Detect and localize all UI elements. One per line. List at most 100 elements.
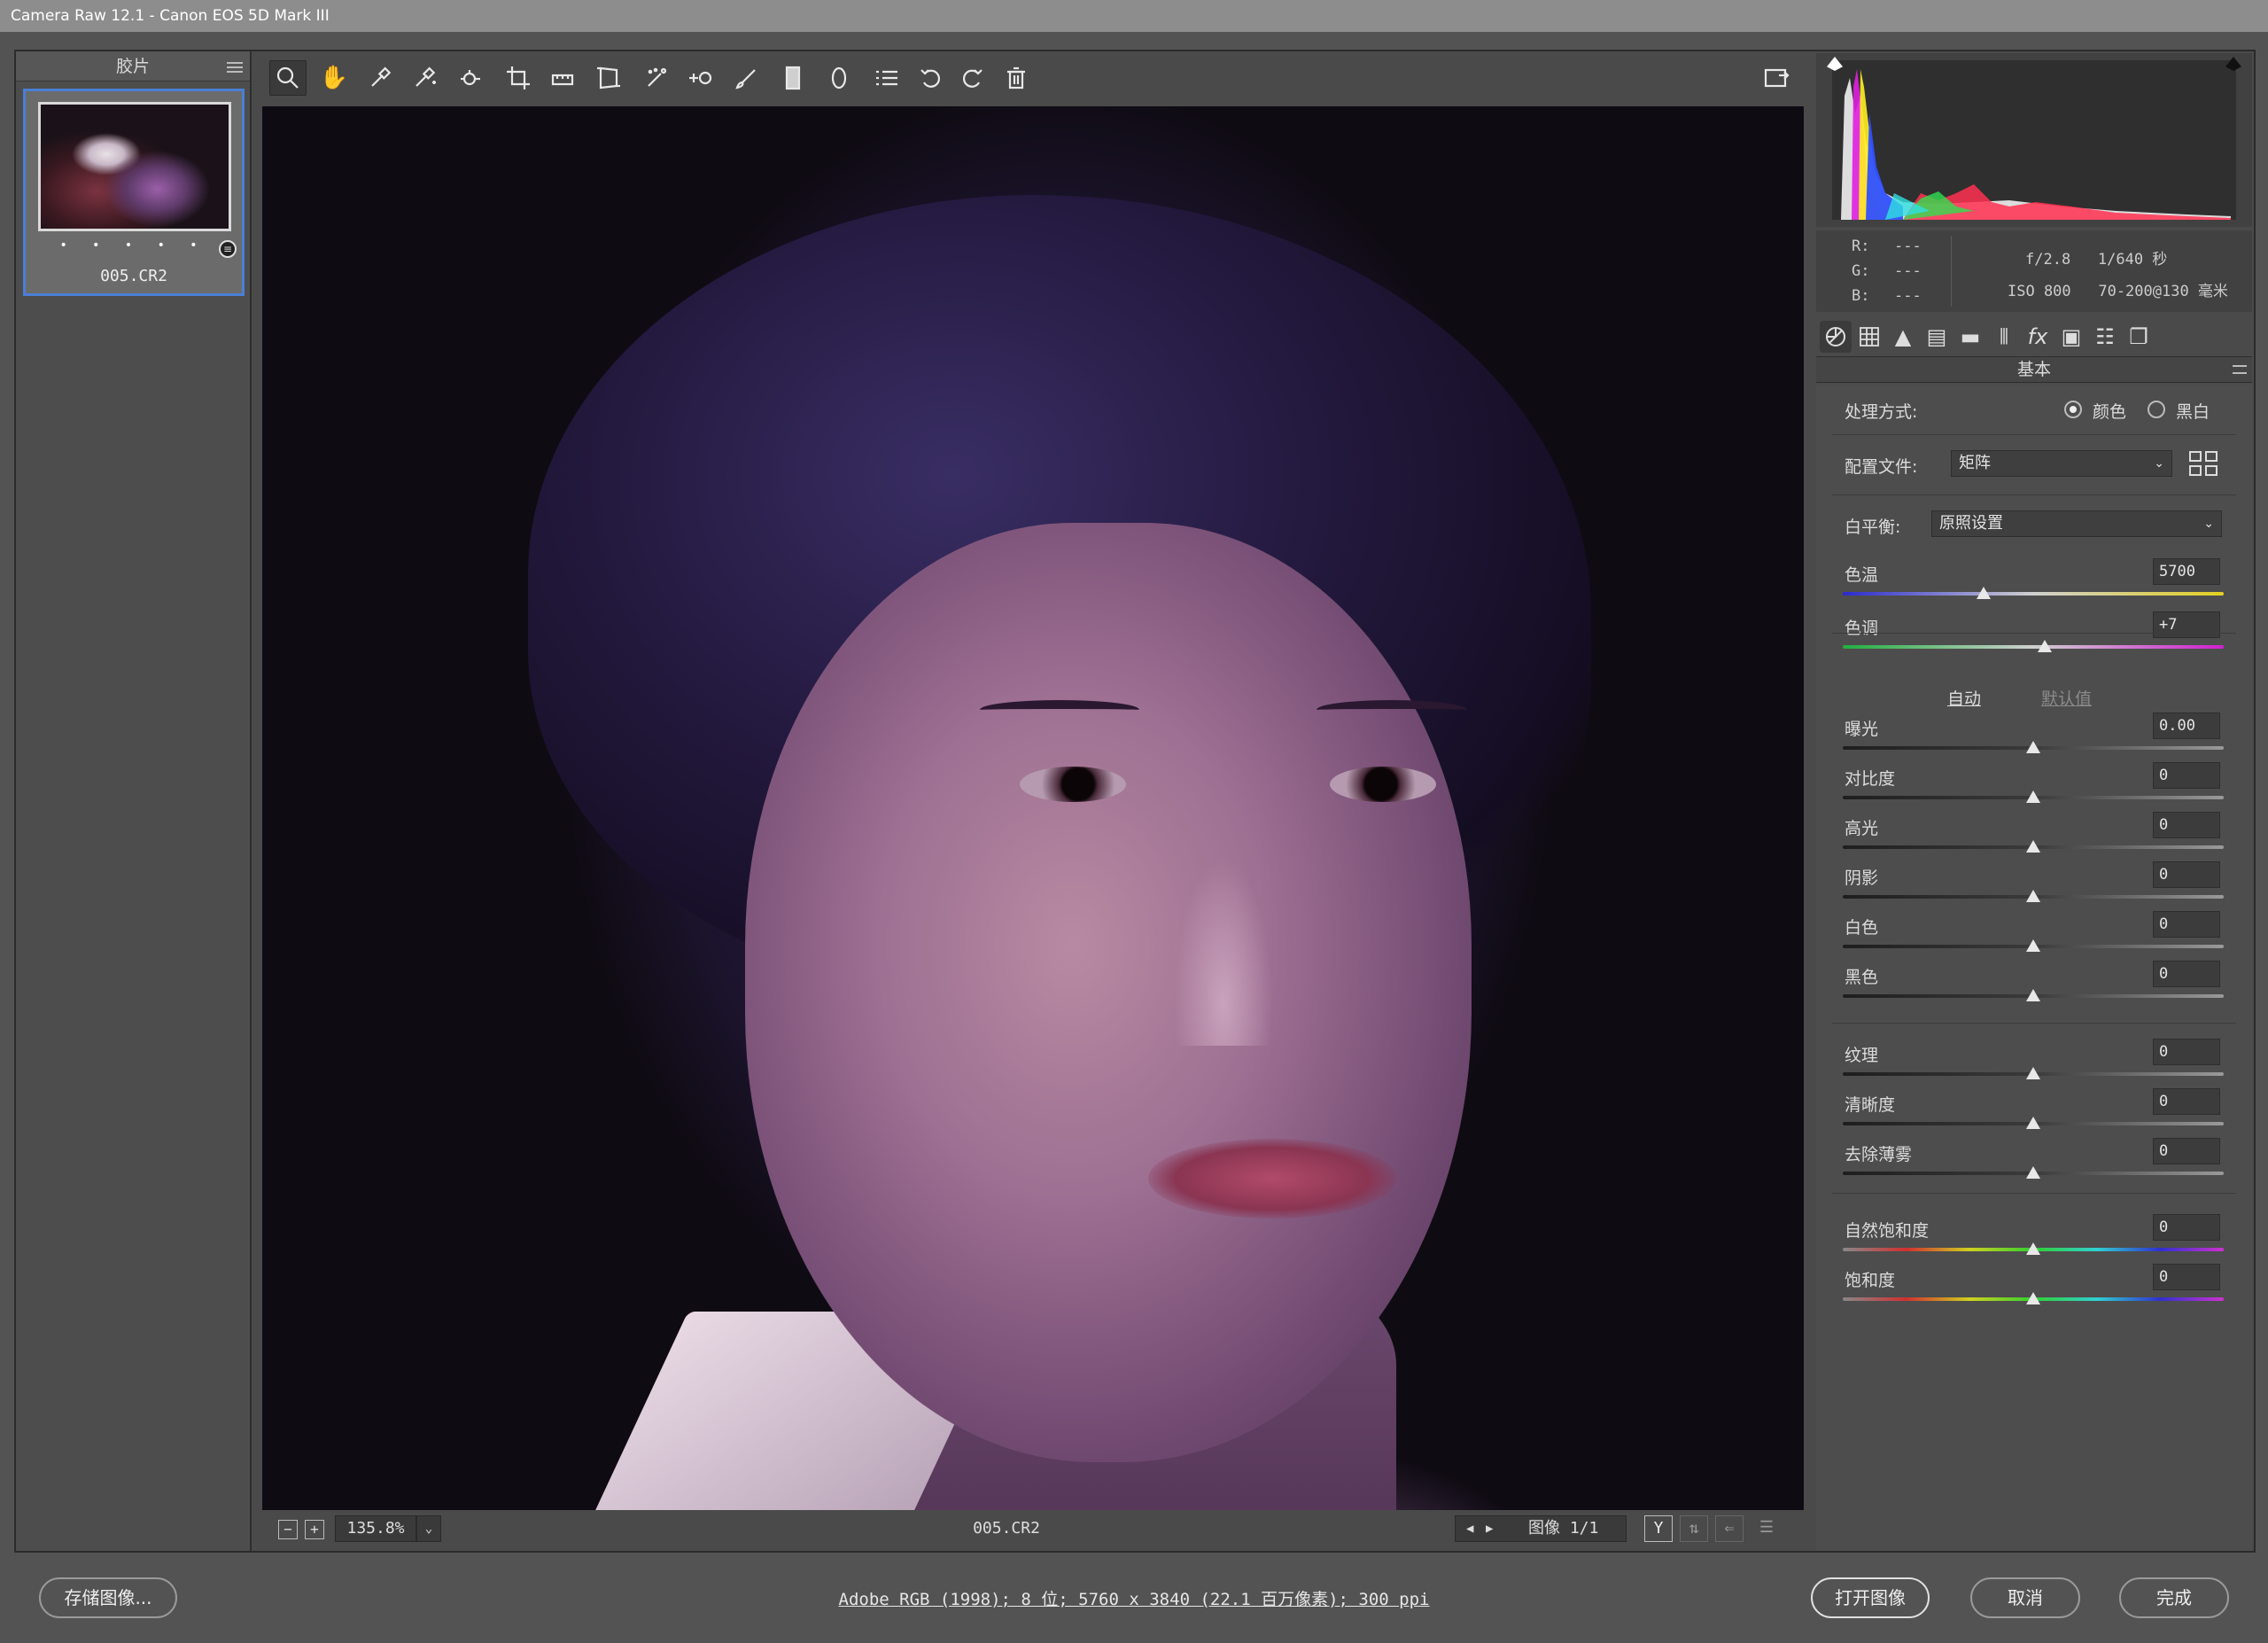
filmstrip-menu-icon[interactable]	[227, 62, 243, 73]
b-value: ---	[1894, 287, 1922, 305]
preview-preferences-icon[interactable]: ☰	[1752, 1515, 1781, 1542]
tab-snapshots-icon[interactable]: ❐	[2123, 321, 2155, 353]
slider-value-field[interactable]: 0	[2153, 1039, 2220, 1065]
default-link[interactable]: 默认值	[2041, 686, 2092, 710]
crop-icon[interactable]	[500, 60, 537, 96]
wb-select[interactable]: 原照设置 ⌄	[1931, 510, 2222, 537]
slider-thumb[interactable]	[2026, 741, 2040, 753]
photo-lips	[1148, 1139, 1396, 1219]
done-button[interactable]: 完成	[2119, 1577, 2229, 1618]
separator	[1832, 1023, 2236, 1024]
slider-value-field[interactable]: +7	[2153, 611, 2220, 638]
tab-detail-icon[interactable]: ▲	[1887, 321, 1919, 353]
tab-tone-curve-icon[interactable]	[1853, 321, 1885, 353]
before-after-icon[interactable]: Y	[1644, 1515, 1673, 1542]
wb-label: 白平衡:	[1845, 518, 1901, 537]
save-image-button[interactable]: 存储图像...	[39, 1577, 177, 1618]
slider-value-field[interactable]: 0	[2153, 861, 2220, 888]
slider-thumb[interactable]	[2037, 640, 2052, 652]
slider-thumb[interactable]	[2026, 1117, 2040, 1129]
slider-label: 色温	[1845, 565, 1879, 585]
slider-value-field[interactable]: 5700	[2153, 558, 2220, 585]
targeted-adjustment-icon[interactable]	[452, 60, 489, 96]
straighten-icon[interactable]	[544, 60, 581, 96]
slider-value-field[interactable]: 0.00	[2153, 712, 2220, 739]
slider-value-field[interactable]: 0	[2153, 1214, 2220, 1241]
window-title: Camera Raw 12.1 - Canon EOS 5D Mark III	[0, 0, 2268, 32]
slider-value-field[interactable]: 0	[2153, 762, 2220, 789]
tab-split-toning-icon[interactable]: ▬	[1954, 321, 1986, 353]
slider-thumb[interactable]	[2026, 1166, 2040, 1179]
slider-thumb[interactable]	[2026, 1242, 2040, 1255]
zoom-level[interactable]: 135.8%	[335, 1515, 416, 1542]
slider-value-field[interactable]: 0	[2153, 1088, 2220, 1115]
filmstrip-header: 胶片	[16, 51, 250, 82]
spot-removal-icon[interactable]	[638, 60, 675, 96]
image-preview[interactable]	[262, 106, 1804, 1510]
panel-menu-icon[interactable]	[2233, 365, 2247, 374]
zoom-dropdown-icon[interactable]: ⌄	[416, 1515, 441, 1542]
slider-thumb[interactable]	[2026, 989, 2040, 1001]
tab-lens-corrections-icon[interactable]: ⦀	[1988, 321, 2020, 353]
white-balance-icon[interactable]	[361, 60, 399, 96]
auto-link[interactable]: 自动	[1947, 686, 1981, 710]
graduated-filter-icon[interactable]	[774, 60, 812, 96]
slider-thumb[interactable]	[2026, 790, 2040, 803]
slider-thumb[interactable]	[2026, 939, 2040, 952]
treatment-bw-radio[interactable]	[2148, 401, 2165, 418]
slider-thumb[interactable]	[2026, 1067, 2040, 1079]
prev-image-icon[interactable]: ◀	[1466, 1516, 1473, 1541]
slider-thumb[interactable]	[2026, 890, 2040, 902]
photo-face	[745, 523, 1472, 1462]
tab-calibration-icon[interactable]: ▣	[2055, 321, 2087, 353]
slider-value-field[interactable]: 0	[2153, 812, 2220, 838]
slider-value-field[interactable]: 0	[2153, 1264, 2220, 1290]
zoom-out-button[interactable]: −	[278, 1520, 298, 1539]
g-label: G:	[1852, 262, 1870, 280]
rating-stars[interactable]: • • • • •	[26, 238, 242, 253]
slider-value-field[interactable]: 0	[2153, 1138, 2220, 1164]
tab-hsl-icon[interactable]: ▤	[1921, 321, 1953, 353]
slider-track[interactable]	[1843, 592, 2224, 596]
slider-thumb[interactable]	[2026, 1292, 2040, 1304]
color-sampler-icon[interactable]	[406, 60, 443, 96]
red-eye-icon[interactable]	[682, 60, 719, 96]
hand-icon[interactable]: ✋	[315, 60, 353, 96]
rotate-right-icon[interactable]	[953, 60, 990, 96]
slider-label: 清晰度	[1845, 1095, 1896, 1115]
tab-effects-icon[interactable]: fx	[2022, 321, 2054, 353]
slider-label: 纹理	[1845, 1046, 1879, 1065]
slider-thumb[interactable]	[2026, 840, 2040, 853]
presets-icon[interactable]	[868, 60, 905, 96]
fullscreen-icon[interactable]	[1758, 60, 1795, 96]
rotate-left-icon[interactable]	[913, 60, 950, 96]
radial-filter-icon[interactable]	[820, 60, 858, 96]
panel-tabs: ▲ ▤ ▬ ⦀ fx ▣ ☷ ❐	[1816, 315, 2252, 356]
profile-select[interactable]: 矩阵 ⌄	[1951, 450, 2172, 477]
slider-value-field[interactable]: 0	[2153, 961, 2220, 987]
thumbnail-filename: 005.CR2	[100, 267, 167, 285]
next-image-icon[interactable]: ▶	[1486, 1516, 1493, 1541]
adjusted-badge-icon: ≡	[219, 240, 237, 258]
swap-settings-icon[interactable]: ⇅	[1680, 1515, 1708, 1542]
transform-icon[interactable]	[590, 60, 627, 96]
filmstrip-thumbnail[interactable]: • • • • • ≡ 005.CR2	[23, 89, 245, 296]
zoom-icon[interactable]	[269, 60, 307, 96]
treatment-color-label: 颜色	[2093, 402, 2127, 422]
r-label: R:	[1852, 237, 1870, 255]
toolbar: ✋	[262, 53, 1804, 103]
tab-presets-icon[interactable]: ☷	[2089, 321, 2121, 353]
slider-thumb[interactable]	[1977, 587, 1992, 599]
workflow-options-link[interactable]: Adobe RGB (1998); 8 位; 5760 x 3840 (22.1…	[780, 1586, 1488, 1610]
cancel-button[interactable]: 取消	[1970, 1577, 2080, 1618]
slider-track[interactable]	[1843, 645, 2224, 649]
copy-settings-icon[interactable]: ⇐	[1715, 1515, 1744, 1542]
profile-browser-icon[interactable]	[2188, 450, 2220, 477]
slider-value-field[interactable]: 0	[2153, 911, 2220, 938]
zoom-in-button[interactable]: +	[305, 1520, 324, 1539]
open-image-button[interactable]: 打开图像	[1811, 1577, 1930, 1618]
treatment-color-radio[interactable]	[2064, 401, 2082, 418]
adjustment-brush-icon[interactable]	[728, 60, 765, 96]
trash-icon[interactable]	[998, 60, 1035, 96]
tab-basic-icon[interactable]	[1820, 321, 1852, 353]
